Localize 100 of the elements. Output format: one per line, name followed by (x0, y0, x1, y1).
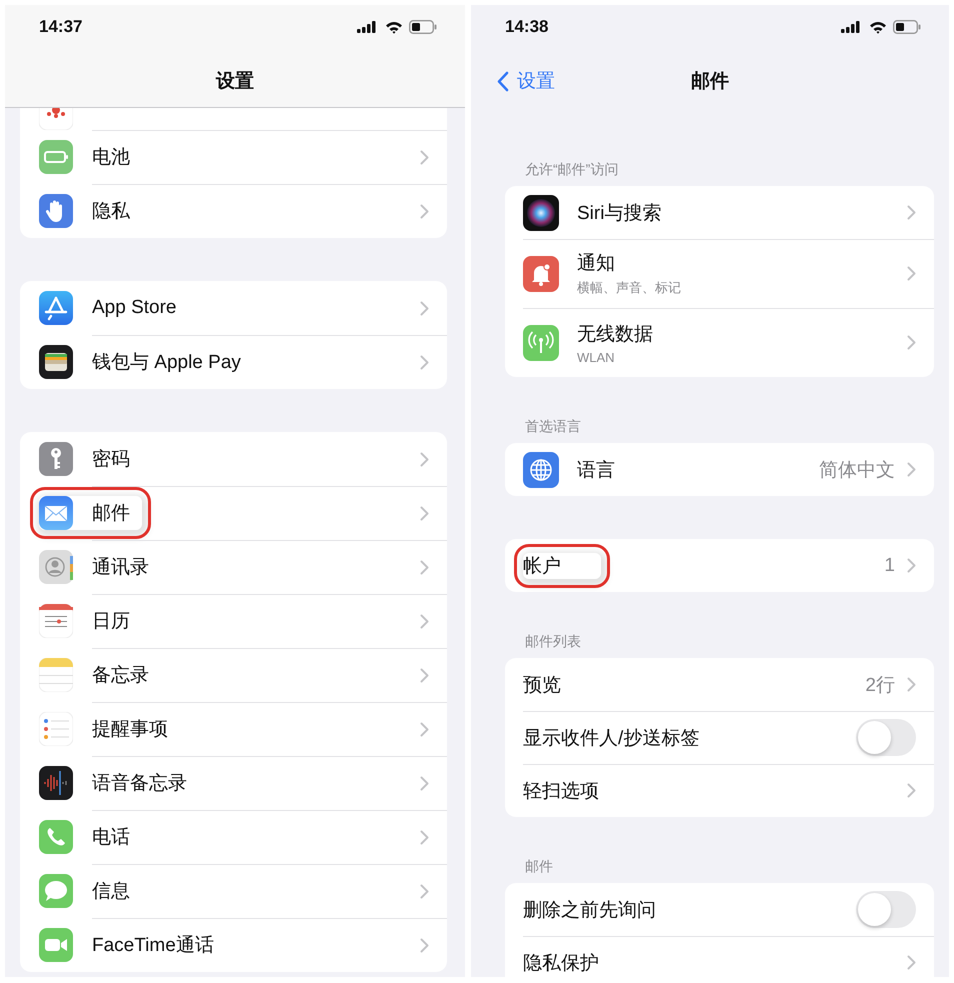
hand-icon (39, 194, 73, 228)
battery-icon (409, 20, 437, 34)
row-label: 通讯录 (92, 556, 149, 580)
screen-title: 邮件 (691, 70, 729, 94)
app-store-icon (39, 291, 73, 325)
row-label: 隐私保护 (523, 952, 599, 976)
row-label: 帐户 (523, 554, 561, 578)
reminders-icon (39, 712, 73, 746)
section-header: 允许“邮件”访问 (524, 160, 620, 179)
row-subtitle: 横幅、声音、标记 (577, 279, 681, 297)
settings-row[interactable]: 信息 (20, 864, 447, 918)
settings-row[interactable]: 钱包与 Apple Pay (20, 335, 447, 389)
row-value: 简体中文 (819, 458, 895, 482)
section-header: 邮件 (524, 857, 554, 876)
wallet-icon (39, 345, 73, 379)
chevron-icon (420, 560, 429, 574)
row-label: 钱包与 Apple Pay (92, 351, 241, 375)
settings-row[interactable]: 隐私 (20, 184, 447, 238)
status-time: 14:37 (39, 17, 82, 37)
settings-row[interactable]: 通讯录 (20, 540, 447, 594)
row-label: 电话 (92, 826, 130, 850)
settings-row[interactable]: 预览 2行 (505, 658, 934, 711)
phone-icon (39, 820, 73, 854)
row-value: 2行 (865, 674, 895, 698)
settings-row[interactable]: 备忘录 (20, 648, 447, 702)
back-button[interactable]: 设置 (471, 68, 555, 94)
settings-row[interactable]: 语音备忘录 (20, 756, 447, 810)
wifi-icon (385, 20, 403, 34)
siri-icon (523, 194, 559, 230)
settings-row[interactable]: 提醒事项 (20, 702, 447, 756)
row-label: 无线数据 (577, 322, 653, 346)
screen-title: 设置 (214, 70, 255, 94)
chevron-icon (907, 558, 916, 573)
settings-row[interactable]: 轻扫选项 (505, 764, 934, 817)
chevron-icon (420, 452, 429, 466)
row-label: 删除之前先询问 (523, 898, 656, 922)
chevron-icon (907, 462, 916, 477)
settings-row[interactable]: 无线数据 WLAN (505, 308, 934, 377)
settings-row[interactable]: 电话 (20, 810, 447, 864)
chevron-icon (907, 335, 916, 350)
row-label: 电池 (92, 146, 130, 170)
chevron-icon (420, 722, 429, 736)
battery-app-icon (39, 140, 73, 174)
wifi-icon (869, 20, 887, 34)
chevron-icon (420, 830, 429, 844)
row-label: 信息 (92, 880, 130, 904)
chevron-icon (420, 354, 429, 370)
calendar-icon (39, 604, 73, 638)
notes-icon (39, 658, 73, 692)
chevron-icon (907, 783, 916, 798)
row-label: 邮件 (92, 502, 130, 526)
chevron-icon (420, 614, 429, 628)
settings-row[interactable]: Siri与搜索 (505, 186, 934, 239)
chevron-icon (420, 150, 429, 164)
settings-row[interactable]: 语言 简体中文 (505, 443, 934, 496)
row-label: FaceTime通话 (92, 934, 214, 958)
row-label: App Store (92, 297, 176, 319)
back-chevron-icon (497, 70, 509, 92)
chevron-icon (907, 266, 916, 281)
envelope-icon (39, 496, 73, 530)
battery-icon (893, 20, 921, 34)
chevron-icon (420, 776, 429, 790)
toggle-switch[interactable] (856, 719, 916, 756)
row-value: 1 (884, 554, 895, 576)
row-label: 显示收件人/抄送标签 (523, 726, 700, 750)
speech-bubble-icon (39, 874, 73, 908)
settings-row[interactable]: App Store (20, 281, 447, 335)
settings-row[interactable]: 密码 (20, 432, 447, 486)
contacts-icon (39, 550, 73, 584)
chevron-icon (420, 204, 429, 218)
settings-row[interactable]: 删除之前先询问 (505, 883, 934, 936)
chevron-icon (420, 300, 429, 316)
section-header: 首选语言 (524, 417, 582, 436)
chevron-icon (420, 884, 429, 898)
toggle-switch[interactable] (856, 891, 916, 928)
chevron-icon (420, 938, 429, 952)
settings-row[interactable]: 日历 (20, 594, 447, 648)
chevron-icon (907, 677, 916, 692)
settings-row[interactable]: 显示收件人/抄送标签 (505, 711, 934, 764)
globe-icon (523, 452, 559, 488)
row-label: 轻扫选项 (523, 780, 599, 804)
settings-row[interactable]: FaceTime通话 (20, 918, 447, 972)
status-time: 14:38 (505, 17, 548, 37)
key-icon (39, 442, 73, 476)
chevron-icon (907, 955, 916, 970)
settings-row[interactable]: 邮件 (20, 486, 447, 540)
row-label: 预览 (523, 674, 561, 698)
settings-row[interactable]: 隐私保护 (505, 936, 934, 977)
row-subtitle: WLAN (577, 350, 616, 364)
chevron-icon (907, 205, 916, 220)
row-label: Siri与搜索 (577, 202, 662, 226)
voice-memo-icon (39, 766, 73, 800)
chevron-icon (420, 506, 429, 520)
settings-row[interactable]: 帐户 1 (505, 539, 934, 592)
row-label: 备忘录 (92, 664, 149, 688)
row-label: 提醒事项 (92, 718, 168, 742)
row-label: 日历 (92, 610, 130, 634)
chevron-icon (420, 668, 429, 682)
settings-row[interactable]: 电池 (20, 130, 447, 184)
settings-row[interactable]: 通知 横幅、声音、标记 (505, 239, 934, 308)
